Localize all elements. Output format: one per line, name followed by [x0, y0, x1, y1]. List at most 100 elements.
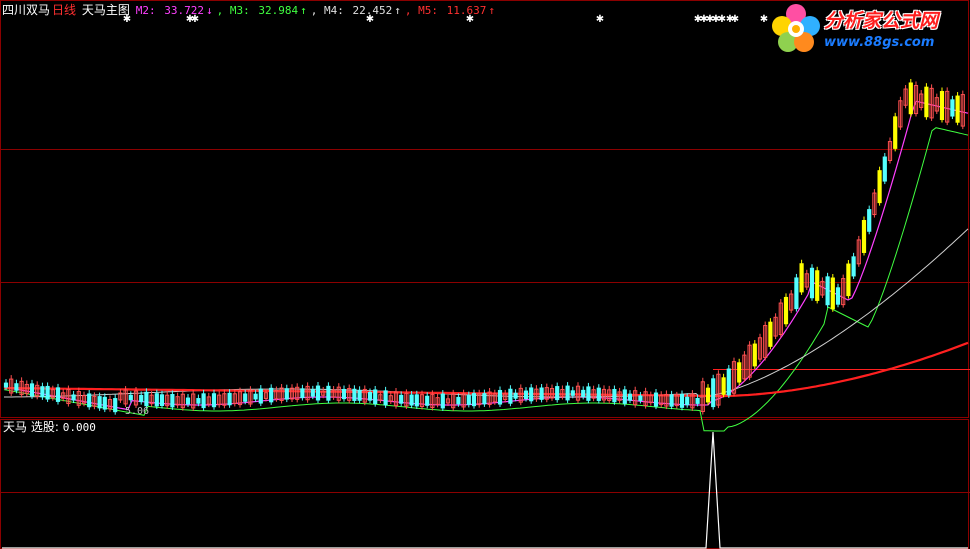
candle-body — [581, 389, 586, 397]
candle-body — [835, 287, 841, 305]
candle-body — [269, 387, 274, 403]
candle-body — [253, 393, 258, 400]
candle-body — [40, 386, 45, 398]
chart-header: 四川双马 日线 天马主图 M2: 33.722 ↓, M3: 32.984 ↑, M4… — [2, 2, 499, 18]
candle-body — [596, 387, 601, 401]
logo-name: 分析家公式网 — [824, 10, 939, 32]
candle-body — [861, 220, 867, 253]
candlestick-chart[interactable]: ✱ ✱✱ ✱ ✱ ✱ ✱✱✱✱✱ ✱✱ ✱ — [0, 0, 970, 549]
candle-body — [685, 396, 690, 406]
grid — [0, 0, 970, 549]
candle-body — [471, 393, 477, 407]
candle-body — [482, 393, 487, 405]
candle-body — [799, 263, 804, 293]
candle-body — [794, 277, 799, 310]
candle-body — [414, 394, 419, 407]
period-label[interactable]: 日线 — [52, 3, 76, 17]
candle-body — [409, 394, 414, 406]
sub-panel-header: 天马 选股: 0.000 — [3, 419, 96, 436]
candle-body — [300, 388, 305, 399]
candle-body — [196, 398, 201, 404]
candle-body — [669, 394, 674, 407]
m2-readout: M2: 33.722 ↓ — [135, 4, 213, 17]
candle-body — [45, 385, 50, 400]
candle-body — [679, 393, 685, 408]
candle-body — [14, 383, 19, 391]
select-signal-line — [2, 431, 968, 549]
candle-body — [243, 393, 248, 402]
ma-m2-line — [3, 100, 969, 411]
candle-body — [768, 321, 773, 347]
candle-body — [139, 394, 144, 403]
candle-body — [383, 390, 388, 406]
candle-body — [352, 388, 357, 401]
sub-panel-title[interactable]: 天马 — [3, 420, 27, 434]
candle-body — [71, 394, 76, 401]
candle-body — [170, 393, 175, 408]
signal-star: ✱ — [760, 14, 768, 25]
candle-body — [29, 383, 35, 397]
m5-readout: , M5: 11.637 ↑ — [404, 4, 495, 17]
site-logo: 分析家公式网 www.88gs.com — [768, 2, 968, 54]
candle-body — [185, 397, 191, 405]
signal-star: ✱ — [596, 14, 604, 25]
select-value: 0.000 — [62, 421, 96, 434]
candle-body — [284, 388, 289, 400]
select-spike — [2, 431, 968, 549]
candle-body — [867, 209, 872, 232]
candle-body — [201, 393, 206, 409]
formula-name[interactable]: 天马主图 — [82, 3, 130, 17]
candle-body — [622, 389, 627, 404]
candle-body — [653, 392, 659, 407]
candle-body — [440, 393, 445, 409]
candle-body — [825, 276, 830, 306]
candle-body — [809, 267, 815, 299]
candle-body — [425, 395, 430, 406]
candle-body — [752, 343, 757, 367]
candle-body — [783, 296, 789, 325]
candle-body — [726, 368, 731, 396]
candle-body — [570, 390, 575, 396]
candle-body — [830, 277, 835, 310]
logo-url: www.88gs.com — [824, 35, 935, 50]
candle-body — [612, 388, 617, 403]
candle-body — [456, 396, 461, 405]
candle-body — [373, 389, 378, 405]
candle-body — [705, 387, 711, 403]
candle-body — [555, 386, 560, 401]
candle-body — [508, 388, 513, 404]
candle-body — [529, 387, 534, 402]
candle-body — [877, 170, 882, 204]
candle-body — [908, 82, 913, 115]
candle-body — [310, 389, 315, 397]
candle-body — [497, 389, 503, 405]
low-price-label: 5.06 — [125, 406, 150, 417]
candle-body — [939, 91, 945, 121]
candle-body — [144, 391, 149, 407]
candle-body — [357, 389, 362, 401]
candle-body — [399, 394, 404, 404]
candle-body — [315, 385, 321, 401]
candle-body — [227, 392, 232, 406]
moving-average-lines — [3, 100, 969, 432]
candles — [3, 78, 965, 415]
candle-body — [882, 156, 887, 182]
candle-body — [97, 396, 102, 409]
candle-body — [466, 395, 471, 405]
candle-body — [539, 387, 544, 400]
candle-body — [627, 393, 633, 401]
m3-readout: , M3: 32.984 ↑ — [216, 4, 307, 17]
candle-body — [893, 116, 898, 149]
candle-body — [341, 388, 347, 400]
candle-body — [565, 385, 570, 401]
signal-star: ✱ — [731, 14, 739, 25]
candle-body — [721, 377, 726, 395]
m4-readout: , M4: 22.452 ↑ — [310, 4, 401, 17]
candle-body — [523, 390, 529, 400]
candle-body — [258, 388, 263, 404]
ma-m4-line — [4, 228, 969, 398]
candle-body — [55, 387, 61, 402]
candle-body — [695, 397, 700, 404]
flower-logo-icon — [772, 4, 820, 52]
candle-body — [211, 393, 217, 408]
